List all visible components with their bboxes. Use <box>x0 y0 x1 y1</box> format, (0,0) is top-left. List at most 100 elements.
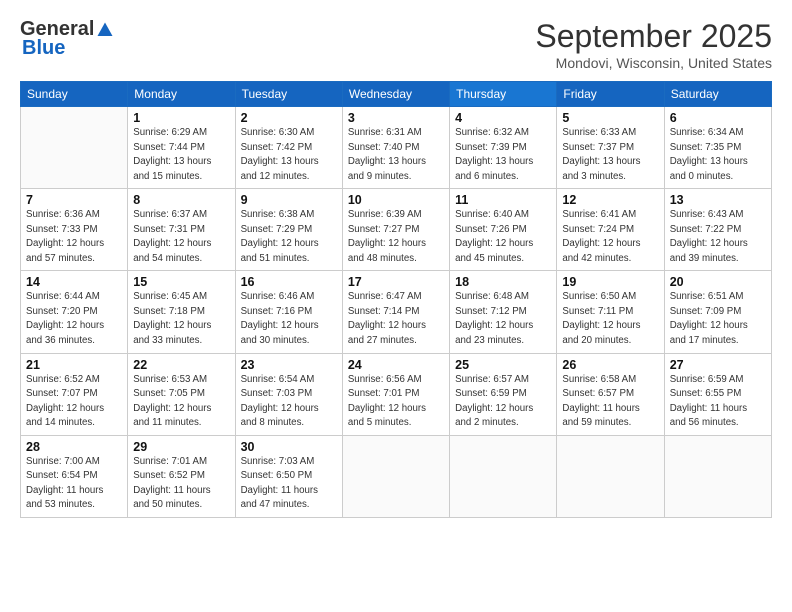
day-number: 5 <box>562 111 658 125</box>
day-info: Sunrise: 6:45 AMSunset: 7:18 PMDaylight:… <box>133 290 229 348</box>
table-row: 29Sunrise: 7:01 AMSunset: 6:52 PMDayligh… <box>128 435 235 517</box>
table-row: 17Sunrise: 6:47 AMSunset: 7:14 PMDayligh… <box>342 271 449 353</box>
table-row <box>342 435 449 517</box>
day-number: 6 <box>670 111 766 125</box>
day-number: 20 <box>670 275 766 289</box>
day-number: 23 <box>241 358 337 372</box>
table-row: 21Sunrise: 6:52 AMSunset: 7:07 PMDayligh… <box>21 353 128 435</box>
day-number: 24 <box>348 358 444 372</box>
calendar-header-row: Sunday Monday Tuesday Wednesday Thursday… <box>21 82 772 107</box>
col-tuesday: Tuesday <box>235 82 342 107</box>
table-row: 30Sunrise: 7:03 AMSunset: 6:50 PMDayligh… <box>235 435 342 517</box>
header: General Blue September 2025 Mondovi, Wis… <box>20 18 772 71</box>
table-row: 1Sunrise: 6:29 AMSunset: 7:44 PMDaylight… <box>128 107 235 189</box>
logo: General Blue <box>20 18 114 60</box>
table-row: 10Sunrise: 6:39 AMSunset: 7:27 PMDayligh… <box>342 189 449 271</box>
day-info: Sunrise: 7:03 AMSunset: 6:50 PMDaylight:… <box>241 455 337 513</box>
calendar-week-row: 28Sunrise: 7:00 AMSunset: 6:54 PMDayligh… <box>21 435 772 517</box>
day-info: Sunrise: 6:33 AMSunset: 7:37 PMDaylight:… <box>562 126 658 184</box>
table-row: 13Sunrise: 6:43 AMSunset: 7:22 PMDayligh… <box>664 189 771 271</box>
day-info: Sunrise: 6:51 AMSunset: 7:09 PMDaylight:… <box>670 290 766 348</box>
table-row <box>450 435 557 517</box>
day-info: Sunrise: 6:44 AMSunset: 7:20 PMDaylight:… <box>26 290 122 348</box>
table-row: 5Sunrise: 6:33 AMSunset: 7:37 PMDaylight… <box>557 107 664 189</box>
day-info: Sunrise: 6:57 AMSunset: 6:59 PMDaylight:… <box>455 373 551 431</box>
day-number: 1 <box>133 111 229 125</box>
day-number: 18 <box>455 275 551 289</box>
table-row: 27Sunrise: 6:59 AMSunset: 6:55 PMDayligh… <box>664 353 771 435</box>
day-info: Sunrise: 6:52 AMSunset: 7:07 PMDaylight:… <box>26 373 122 431</box>
col-saturday: Saturday <box>664 82 771 107</box>
table-row: 18Sunrise: 6:48 AMSunset: 7:12 PMDayligh… <box>450 271 557 353</box>
col-friday: Friday <box>557 82 664 107</box>
table-row: 23Sunrise: 6:54 AMSunset: 7:03 PMDayligh… <box>235 353 342 435</box>
table-row: 24Sunrise: 6:56 AMSunset: 7:01 PMDayligh… <box>342 353 449 435</box>
location: Mondovi, Wisconsin, United States <box>535 55 772 71</box>
day-number: 28 <box>26 440 122 454</box>
day-info: Sunrise: 7:00 AMSunset: 6:54 PMDaylight:… <box>26 455 122 513</box>
table-row: 7Sunrise: 6:36 AMSunset: 7:33 PMDaylight… <box>21 189 128 271</box>
day-info: Sunrise: 6:54 AMSunset: 7:03 PMDaylight:… <box>241 373 337 431</box>
logo-blue-text: Blue <box>22 37 65 59</box>
day-info: Sunrise: 6:56 AMSunset: 7:01 PMDaylight:… <box>348 373 444 431</box>
day-number: 17 <box>348 275 444 289</box>
table-row: 20Sunrise: 6:51 AMSunset: 7:09 PMDayligh… <box>664 271 771 353</box>
month-title: September 2025 <box>535 18 772 55</box>
day-number: 30 <box>241 440 337 454</box>
table-row: 6Sunrise: 6:34 AMSunset: 7:35 PMDaylight… <box>664 107 771 189</box>
day-info: Sunrise: 6:41 AMSunset: 7:24 PMDaylight:… <box>562 208 658 266</box>
calendar-week-row: 7Sunrise: 6:36 AMSunset: 7:33 PMDaylight… <box>21 189 772 271</box>
table-row: 16Sunrise: 6:46 AMSunset: 7:16 PMDayligh… <box>235 271 342 353</box>
day-info: Sunrise: 6:38 AMSunset: 7:29 PMDaylight:… <box>241 208 337 266</box>
table-row: 9Sunrise: 6:38 AMSunset: 7:29 PMDaylight… <box>235 189 342 271</box>
day-info: Sunrise: 6:37 AMSunset: 7:31 PMDaylight:… <box>133 208 229 266</box>
col-monday: Monday <box>128 82 235 107</box>
calendar-week-row: 14Sunrise: 6:44 AMSunset: 7:20 PMDayligh… <box>21 271 772 353</box>
table-row: 22Sunrise: 6:53 AMSunset: 7:05 PMDayligh… <box>128 353 235 435</box>
day-info: Sunrise: 6:32 AMSunset: 7:39 PMDaylight:… <box>455 126 551 184</box>
table-row: 19Sunrise: 6:50 AMSunset: 7:11 PMDayligh… <box>557 271 664 353</box>
day-number: 4 <box>455 111 551 125</box>
day-number: 14 <box>26 275 122 289</box>
day-info: Sunrise: 6:31 AMSunset: 7:40 PMDaylight:… <box>348 126 444 184</box>
table-row: 12Sunrise: 6:41 AMSunset: 7:24 PMDayligh… <box>557 189 664 271</box>
day-info: Sunrise: 6:50 AMSunset: 7:11 PMDaylight:… <box>562 290 658 348</box>
day-number: 3 <box>348 111 444 125</box>
day-number: 9 <box>241 193 337 207</box>
day-info: Sunrise: 6:46 AMSunset: 7:16 PMDaylight:… <box>241 290 337 348</box>
col-thursday: Thursday <box>450 82 557 107</box>
table-row: 14Sunrise: 6:44 AMSunset: 7:20 PMDayligh… <box>21 271 128 353</box>
title-block: September 2025 Mondovi, Wisconsin, Unite… <box>535 18 772 71</box>
day-info: Sunrise: 6:43 AMSunset: 7:22 PMDaylight:… <box>670 208 766 266</box>
table-row: 25Sunrise: 6:57 AMSunset: 6:59 PMDayligh… <box>450 353 557 435</box>
day-info: Sunrise: 6:29 AMSunset: 7:44 PMDaylight:… <box>133 126 229 184</box>
table-row: 4Sunrise: 6:32 AMSunset: 7:39 PMDaylight… <box>450 107 557 189</box>
day-info: Sunrise: 6:34 AMSunset: 7:35 PMDaylight:… <box>670 126 766 184</box>
day-number: 25 <box>455 358 551 372</box>
day-number: 29 <box>133 440 229 454</box>
day-info: Sunrise: 6:47 AMSunset: 7:14 PMDaylight:… <box>348 290 444 348</box>
table-row: 2Sunrise: 6:30 AMSunset: 7:42 PMDaylight… <box>235 107 342 189</box>
table-row: 8Sunrise: 6:37 AMSunset: 7:31 PMDaylight… <box>128 189 235 271</box>
day-info: Sunrise: 6:30 AMSunset: 7:42 PMDaylight:… <box>241 126 337 184</box>
table-row: 11Sunrise: 6:40 AMSunset: 7:26 PMDayligh… <box>450 189 557 271</box>
day-info: Sunrise: 6:48 AMSunset: 7:12 PMDaylight:… <box>455 290 551 348</box>
day-number: 27 <box>670 358 766 372</box>
table-row <box>557 435 664 517</box>
calendar-week-row: 1Sunrise: 6:29 AMSunset: 7:44 PMDaylight… <box>21 107 772 189</box>
table-row <box>664 435 771 517</box>
day-number: 11 <box>455 193 551 207</box>
day-info: Sunrise: 6:59 AMSunset: 6:55 PMDaylight:… <box>670 373 766 431</box>
day-number: 13 <box>670 193 766 207</box>
page: General Blue September 2025 Mondovi, Wis… <box>0 0 792 612</box>
day-number: 19 <box>562 275 658 289</box>
logo-icon <box>96 21 114 39</box>
day-number: 8 <box>133 193 229 207</box>
day-info: Sunrise: 6:39 AMSunset: 7:27 PMDaylight:… <box>348 208 444 266</box>
col-wednesday: Wednesday <box>342 82 449 107</box>
day-info: Sunrise: 6:53 AMSunset: 7:05 PMDaylight:… <box>133 373 229 431</box>
day-number: 15 <box>133 275 229 289</box>
day-number: 10 <box>348 193 444 207</box>
day-number: 21 <box>26 358 122 372</box>
day-info: Sunrise: 6:40 AMSunset: 7:26 PMDaylight:… <box>455 208 551 266</box>
